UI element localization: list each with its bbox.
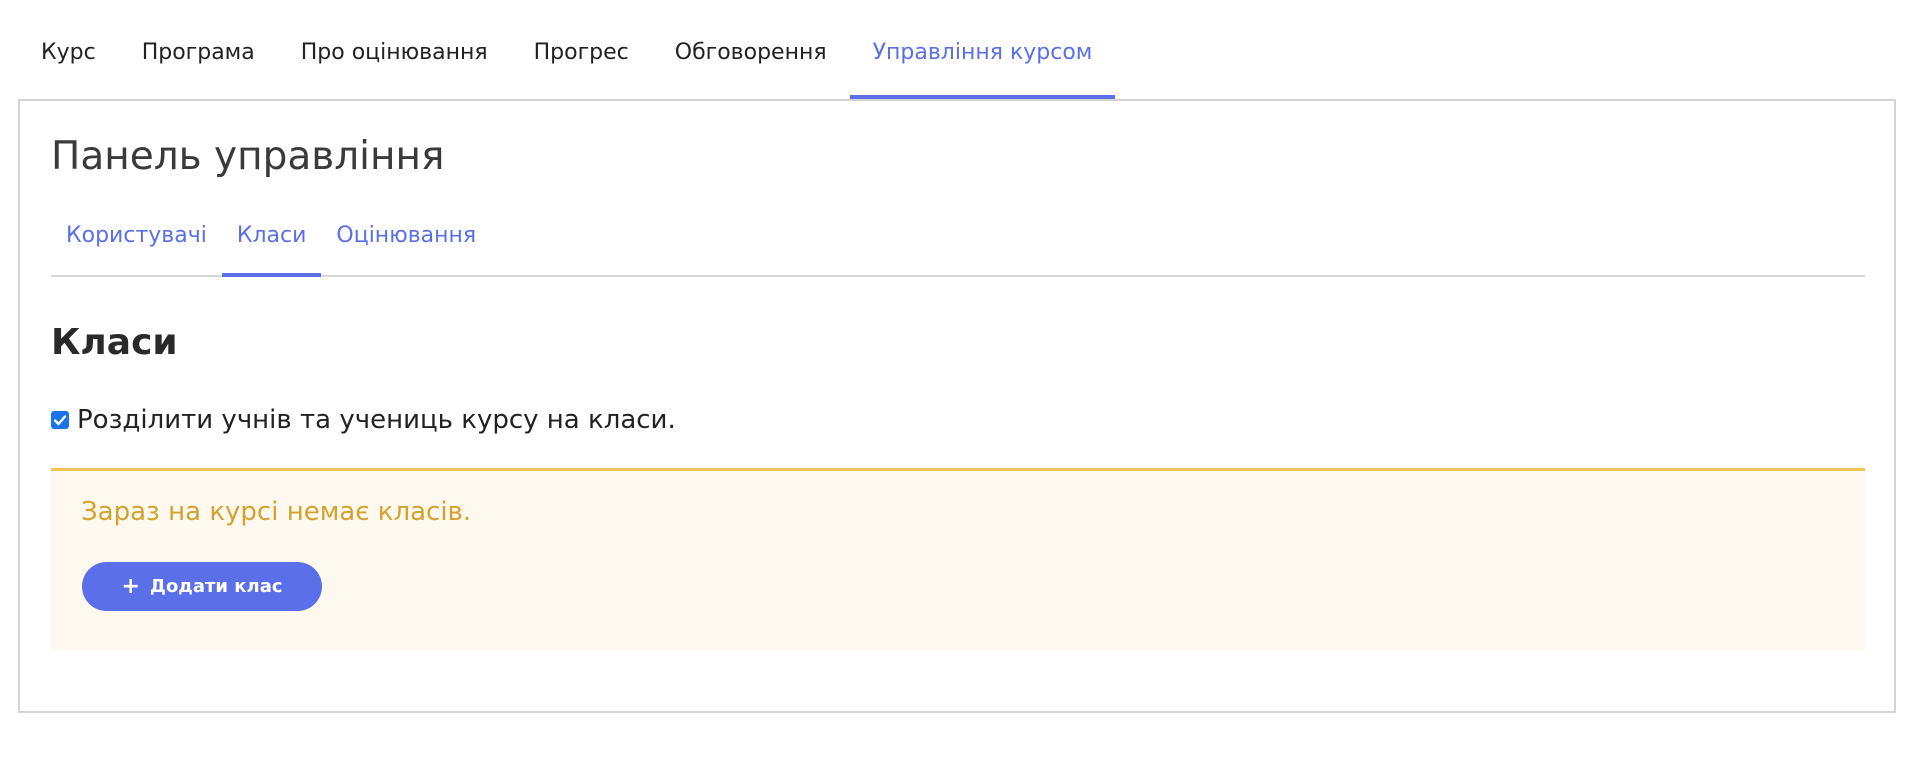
no-cohorts-alert: Зараз на курсі немає класів. + Додати кл… (51, 468, 1865, 650)
tab-program[interactable]: Програма (119, 24, 278, 100)
add-cohort-label: Додати клас (149, 575, 283, 597)
tab-discussion[interactable]: Обговорення (652, 24, 850, 100)
add-cohort-button[interactable]: + Додати клас (82, 562, 322, 611)
tab-progress[interactable]: Прогрес (511, 24, 652, 100)
sub-tab-users[interactable]: Користувачі (51, 203, 222, 275)
checkmark-icon (53, 415, 67, 426)
cohorts-heading: Класи (51, 322, 178, 363)
sub-tab-cohorts[interactable]: Класи (221, 203, 322, 277)
enable-cohorts-label: Розділити учнів та учениць курсу на клас… (77, 405, 676, 435)
tab-course[interactable]: Курс (18, 24, 119, 100)
enable-cohorts-checkbox[interactable] (51, 411, 69, 429)
tab-course-management[interactable]: Управління курсом (849, 24, 1116, 100)
instructor-dashboard-panel: Панель управління Користувачі Класи Оцін… (18, 99, 1896, 713)
enable-cohorts-row[interactable]: Розділити учнів та учениць курсу на клас… (51, 407, 676, 433)
plus-icon: + (121, 573, 140, 599)
alert-message: Зараз на курсі немає класів. (81, 497, 472, 527)
page-title: Панель управління (51, 134, 445, 179)
sub-tab-grading[interactable]: Оцінювання (321, 203, 491, 275)
dashboard-sub-tabs: Користувачі Класи Оцінювання (51, 203, 1865, 277)
course-navigation: Курс Програма Про оцінювання Прогрес Обг… (18, 24, 1116, 100)
tab-grading-info[interactable]: Про оцінювання (278, 24, 511, 100)
